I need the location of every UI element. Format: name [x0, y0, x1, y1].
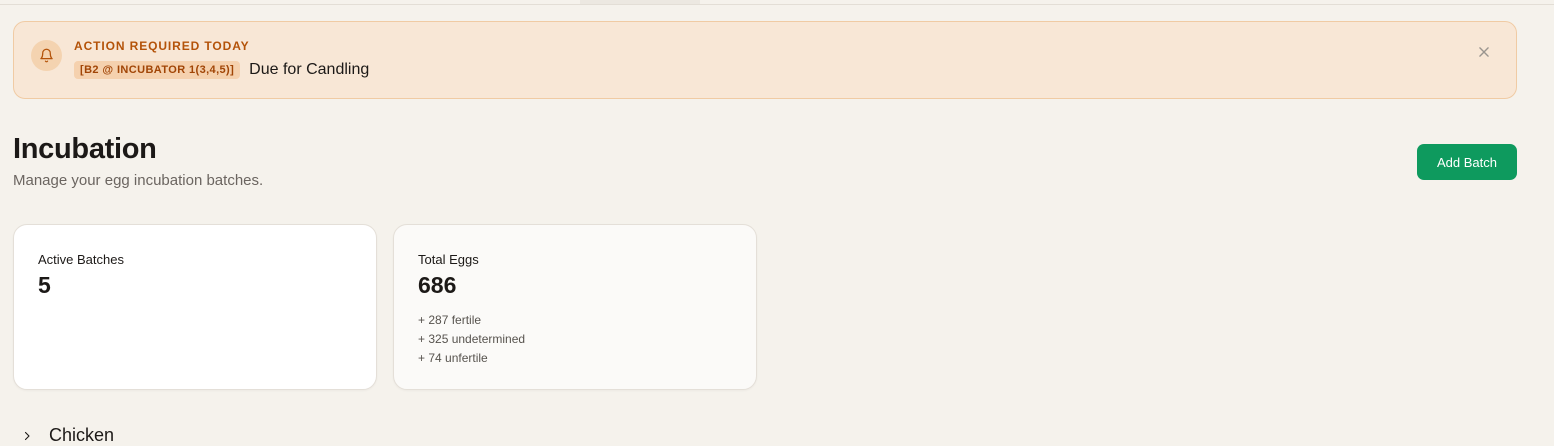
alert-title: ACTION REQUIRED TODAY [74, 39, 250, 53]
stat-value: 686 [418, 272, 457, 298]
add-batch-button[interactable]: Add Batch [1417, 144, 1517, 180]
top-tab-edge [580, 0, 700, 4]
stat-card-total-eggs: Total Eggs 686 + 287 fertile + 325 undet… [393, 224, 757, 390]
alert-batch-tag: [B2 @ INCUBATOR 1(3,4,5)] [74, 61, 241, 79]
section-toggle-chicken[interactable]: Chicken [20, 425, 114, 446]
stat-label: Active Batches [38, 252, 124, 267]
page-subtitle: Manage your egg incubation batches. [13, 172, 264, 189]
stat-card-active-batches: Active Batches 5 [13, 224, 377, 390]
stat-detail-fertile: + 287 fertile [418, 313, 482, 327]
alert-message: Due for Candling [249, 61, 370, 78]
close-icon[interactable] [1474, 42, 1494, 62]
stat-detail-undetermined: + 325 undetermined [418, 332, 526, 346]
alert-content: [B2 @ INCUBATOR 1(3,4,5)] Due for Candli… [74, 61, 369, 79]
top-divider [0, 4, 1554, 5]
chevron-right-icon [20, 429, 34, 443]
page-title: Incubation [13, 133, 157, 165]
action-required-alert: ACTION REQUIRED TODAY [B2 @ INCUBATOR 1(… [13, 21, 1517, 99]
section-label: Chicken [49, 425, 115, 445]
stat-label: Total Eggs [418, 252, 479, 267]
stat-detail-unfertile: + 74 unfertile [418, 351, 488, 365]
stat-value: 5 [38, 272, 51, 298]
bell-icon [31, 40, 62, 71]
